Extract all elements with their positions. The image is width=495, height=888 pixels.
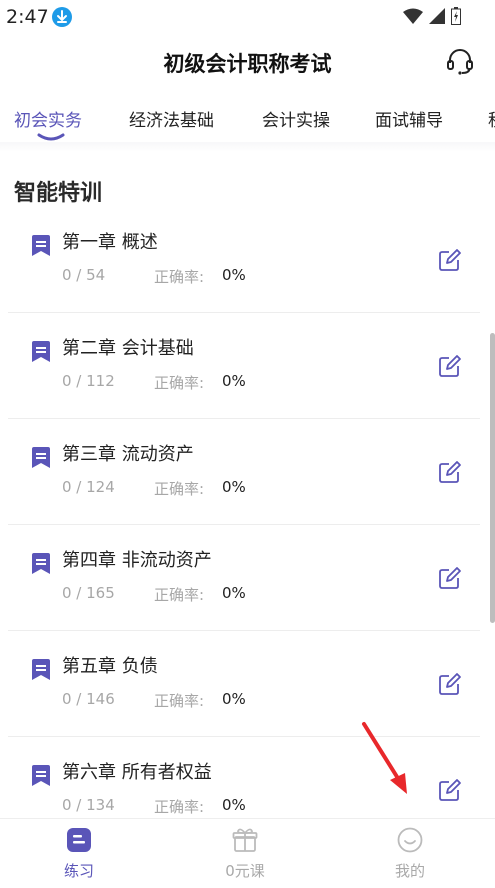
profile-smile-icon <box>397 827 423 853</box>
chapter-title: 第三章 流动资产 <box>62 444 194 465</box>
edit-icon[interactable] <box>438 248 462 272</box>
customer-service-button[interactable] <box>445 46 475 76</box>
edit-icon[interactable] <box>438 354 462 378</box>
tab-economic-law-basics[interactable]: 经济法基础 <box>129 106 214 131</box>
accuracy-label: 正确率: <box>154 586 205 604</box>
download-notification-icon <box>52 7 72 27</box>
accuracy-value: 0% <box>222 372 246 390</box>
edit-icon[interactable] <box>438 672 462 696</box>
active-tab-indicator <box>37 133 65 141</box>
question-bank-icon <box>32 659 50 680</box>
edit-icon[interactable] <box>438 778 462 802</box>
chapter-title: 第四章 非流动资产 <box>62 550 212 571</box>
status-time: 2:47 <box>6 6 49 28</box>
accuracy-label: 正确率: <box>154 374 205 392</box>
nav-profile[interactable]: 我的 <box>355 819 465 888</box>
gift-icon <box>232 828 258 852</box>
chapter-title: 第六章 所有者权益 <box>62 762 212 783</box>
battery-icon <box>451 7 461 29</box>
chapter-item[interactable]: 第四章 非流动资产 0 / 165 正确率: 0% <box>8 524 480 631</box>
nav-free-course[interactable]: 0元课 <box>190 819 300 888</box>
status-bar: 2:47 <box>0 0 495 34</box>
accuracy-value: 0% <box>222 584 246 602</box>
tab-divider <box>0 142 495 152</box>
subject-tabs: 初会实务 经济法基础 会计实操 面试辅导 税 <box>0 96 495 142</box>
chapter-item[interactable]: 第三章 流动资产 0 / 124 正确率: 0% <box>8 418 480 525</box>
section-title: 智能特训 <box>14 181 103 206</box>
accuracy-label: 正确率: <box>154 798 205 816</box>
nav-free-course-label: 0元课 <box>225 862 265 880</box>
wifi-icon <box>403 8 423 28</box>
signal-icon <box>429 8 445 28</box>
page-title: 初级会计职称考试 <box>163 52 332 76</box>
chapter-progress: 0 / 124 <box>62 478 115 496</box>
chapter-progress: 0 / 146 <box>62 690 115 708</box>
accuracy-value: 0% <box>222 796 246 814</box>
chapter-title: 第二章 会计基础 <box>62 338 194 359</box>
annotation-arrow <box>362 722 407 794</box>
accuracy-value: 0% <box>222 266 246 284</box>
headset-icon <box>447 49 473 75</box>
title-bar: 初级会计职称考试 <box>0 34 495 90</box>
accuracy-label: 正确率: <box>154 692 205 710</box>
chapter-item[interactable]: 第一章 概述 0 / 54 正确率: 0% <box>8 206 480 313</box>
question-bank-icon <box>32 765 50 786</box>
practice-icon <box>67 828 91 852</box>
edit-icon[interactable] <box>438 460 462 484</box>
nav-profile-label: 我的 <box>394 862 425 880</box>
question-bank-icon <box>32 447 50 468</box>
tab-interview-coaching[interactable]: 面试辅导 <box>375 106 443 131</box>
tab-intermediate-accounting-practice[interactable]: 初会实务 <box>14 106 82 131</box>
question-bank-icon <box>32 341 50 362</box>
chapter-progress: 0 / 112 <box>62 372 115 390</box>
edit-icon[interactable] <box>438 566 462 590</box>
accuracy-label: 正确率: <box>154 480 205 498</box>
chapter-progress: 0 / 54 <box>62 266 106 284</box>
chapter-progress: 0 / 134 <box>62 796 115 814</box>
accuracy-value: 0% <box>222 478 246 496</box>
scrollbar[interactable] <box>490 333 495 623</box>
accuracy-value: 0% <box>222 690 246 708</box>
nav-practice-label: 练习 <box>63 862 94 880</box>
chapter-progress: 0 / 165 <box>62 584 115 602</box>
question-bank-icon <box>32 235 50 256</box>
bottom-nav: 练习 0元课 我的 <box>0 818 495 888</box>
accuracy-label: 正确率: <box>154 268 205 286</box>
chapter-title: 第五章 负债 <box>62 656 158 677</box>
chapter-title: 第一章 概述 <box>62 232 158 253</box>
nav-practice[interactable]: 练习 <box>24 819 134 888</box>
tab-tax-partial[interactable]: 税 <box>488 106 495 131</box>
question-bank-icon <box>32 553 50 574</box>
tab-accounting-practice[interactable]: 会计实操 <box>262 106 330 131</box>
chapter-item[interactable]: 第二章 会计基础 0 / 112 正确率: 0% <box>8 312 480 419</box>
